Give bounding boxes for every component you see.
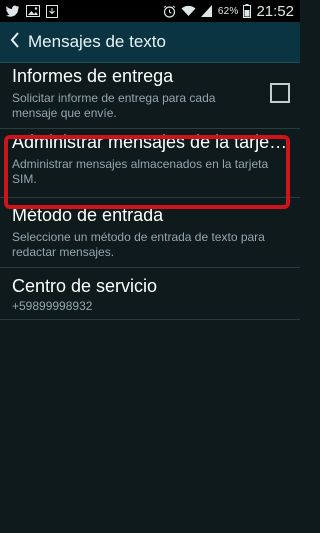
- delivery-reports-checkbox[interactable]: [270, 83, 290, 103]
- twitter-icon: [6, 5, 20, 17]
- setting-summary: Seleccione un método de entrada de texto…: [12, 230, 265, 259]
- setting-title: Administrar mensajes de la tarje…: [12, 132, 288, 152]
- setting-summary: +59899998932: [12, 299, 93, 313]
- chevron-left-icon: [10, 31, 20, 53]
- setting-manage-sim-messages[interactable]: Administrar mensajes de la tarje… Admini…: [0, 129, 300, 198]
- battery-percent: 62%: [217, 5, 239, 17]
- setting-title: Informes de entrega: [12, 66, 174, 86]
- alarm-icon: [163, 5, 176, 18]
- setting-input-method[interactable]: Método de entrada Seleccione un método d…: [0, 198, 300, 268]
- settings-list: Informes de entrega Solicitar informe de…: [0, 63, 300, 320]
- page-title: Mensajes de texto: [28, 32, 166, 51]
- setting-title: Método de entrada: [12, 205, 164, 225]
- setting-service-center[interactable]: Centro de servicio +59899998932: [0, 268, 300, 320]
- clock: 21:52: [256, 2, 294, 20]
- setting-title: Centro de servicio: [12, 276, 158, 296]
- signal-icon: [200, 5, 213, 17]
- setting-delivery-reports[interactable]: Informes de entrega Solicitar informe de…: [0, 63, 300, 129]
- wifi-icon: [181, 5, 196, 17]
- battery-icon: [243, 4, 252, 18]
- app-bar: Mensajes de texto: [0, 22, 300, 63]
- image-icon: [26, 5, 40, 17]
- setting-summary: Administrar mensajes almacenados en la t…: [12, 157, 269, 186]
- download-icon: [46, 4, 58, 18]
- status-bar: 62% 21:52: [0, 0, 300, 22]
- setting-summary: Solicitar informe de entrega para cada m…: [12, 91, 216, 120]
- back-button[interactable]: [4, 22, 26, 62]
